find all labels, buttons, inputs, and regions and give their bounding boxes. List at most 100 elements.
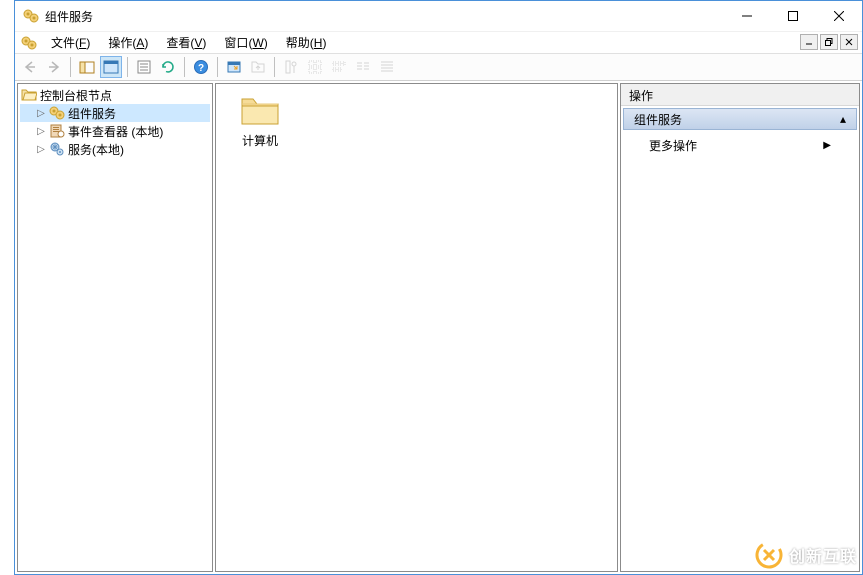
tree-node-label: 组件服务 [68, 105, 116, 122]
tree-node-label: 服务(本地) [68, 141, 124, 158]
menu-file-label: 文件 [51, 36, 75, 50]
details-icon [379, 59, 395, 75]
actions-pane-button[interactable] [100, 56, 122, 78]
console-tree-icon [79, 59, 95, 75]
actions-pane: 操作 组件服务 ▴ 更多操作 ▶ [620, 83, 860, 572]
toolbar-separator [217, 57, 218, 77]
folder-up-icon [250, 59, 266, 75]
refresh-icon [160, 59, 176, 75]
component-services-icon [23, 8, 39, 24]
actions-header: 操作 [621, 84, 859, 106]
mdi-close-icon [845, 38, 853, 46]
main-window: 组件服务 文件(F) 操作(A) 查看(V) 窗口(W) 帮助(H) [14, 0, 863, 575]
event-viewer-icon [49, 123, 65, 139]
menu-file[interactable]: 文件(F) [43, 32, 98, 53]
small-icons-icon [331, 59, 347, 75]
mdi-minimize-icon [805, 38, 813, 46]
minimize-icon [742, 11, 752, 21]
list-icon [355, 59, 371, 75]
forward-arrow-icon [46, 59, 62, 75]
msdtc-stats-button [280, 56, 302, 78]
toolbar-separator [70, 57, 71, 77]
expander-icon[interactable]: ▷ [34, 124, 48, 138]
show-hide-tree-button[interactable] [76, 56, 98, 78]
mdi-restore-icon [825, 38, 833, 46]
menu-action[interactable]: 操作(A) [100, 32, 156, 53]
properties-button[interactable] [133, 56, 155, 78]
window-icon [226, 59, 242, 75]
back-arrow-icon [22, 59, 38, 75]
tree-pane[interactable]: 控制台根节点 ▷ 组件服务 ▷ 事件查看器 (本地) ▷ 服务(本地) [17, 83, 213, 572]
tree-root-label: 控制台根节点 [40, 87, 112, 104]
menu-help-label: 帮助 [286, 36, 310, 50]
content-area: 控制台根节点 ▷ 组件服务 ▷ 事件查看器 (本地) ▷ 服务(本地) [15, 81, 862, 574]
actions-section-title[interactable]: 组件服务 ▴ [623, 108, 857, 130]
tree-node-event-viewer[interactable]: ▷ 事件查看器 (本地) [20, 122, 210, 140]
toolbar: ? [15, 53, 862, 81]
view-small-icons-button [328, 56, 350, 78]
svg-text:?: ? [198, 63, 204, 74]
tree-node-services[interactable]: ▷ 服务(本地) [20, 140, 210, 158]
content-item-computer[interactable]: 计算机 [222, 90, 298, 153]
submenu-arrow-icon: ▶ [823, 140, 831, 151]
titlebar-left: 组件服务 [23, 8, 93, 25]
menu-action-key: A [136, 36, 144, 50]
menu-window[interactable]: 窗口(W) [216, 32, 275, 53]
mdi-minimize-button[interactable] [800, 34, 818, 50]
menu-window-label: 窗口 [224, 36, 248, 50]
tree-node-component-services[interactable]: ▷ 组件服务 [20, 104, 210, 122]
expander-icon[interactable]: ▷ [34, 106, 48, 120]
folder-icon [240, 94, 280, 128]
window-controls [724, 1, 862, 31]
actions-pane-icon [103, 59, 119, 75]
view-list-button [352, 56, 374, 78]
component-services-icon [21, 35, 37, 51]
menu-view-label: 查看 [166, 36, 190, 50]
titlebar: 组件服务 [15, 1, 862, 31]
menu-action-label: 操作 [108, 36, 132, 50]
menu-view[interactable]: 查看(V) [158, 32, 214, 53]
maximize-icon [788, 11, 798, 21]
app-title: 组件服务 [45, 8, 93, 25]
content-pane[interactable]: 计算机 [215, 83, 618, 572]
mdi-controls [800, 34, 858, 50]
toolbar-separator [127, 57, 128, 77]
menu-view-key: V [194, 36, 202, 50]
mdi-close-button[interactable] [840, 34, 858, 50]
folder-open-icon [21, 87, 37, 103]
mdi-restore-button[interactable] [820, 34, 838, 50]
maximize-button[interactable] [770, 1, 816, 31]
view-details-button [376, 56, 398, 78]
properties-icon [136, 59, 152, 75]
menubar: 文件(F) 操作(A) 查看(V) 窗口(W) 帮助(H) [15, 31, 862, 53]
toolbar-separator [184, 57, 185, 77]
component-services-icon [49, 105, 65, 121]
back-button [19, 56, 41, 78]
tree-root-node[interactable]: 控制台根节点 [20, 86, 210, 104]
content-item-label: 计算机 [242, 132, 278, 149]
parent-window-edge [0, 0, 14, 575]
status-toggle-icon [283, 59, 299, 75]
close-icon [834, 11, 844, 21]
minimize-button[interactable] [724, 1, 770, 31]
menu-help[interactable]: 帮助(H) [278, 32, 335, 53]
refresh-button[interactable] [157, 56, 179, 78]
actions-link-label: 更多操作 [649, 137, 697, 154]
menu-help-key: H [314, 36, 323, 50]
tree-node-label: 事件查看器 (本地) [68, 123, 163, 140]
menu-window-key: W [252, 36, 263, 50]
expander-icon[interactable]: ▷ [34, 142, 48, 156]
actions-section-label: 组件服务 [634, 111, 682, 128]
services-icon [49, 141, 65, 157]
forward-button [43, 56, 65, 78]
large-icons-icon [307, 59, 323, 75]
menu-file-key: F [79, 36, 86, 50]
help-icon: ? [193, 59, 209, 75]
collapse-up-icon: ▴ [840, 112, 846, 126]
help-button[interactable]: ? [190, 56, 212, 78]
window-from-here-button[interactable] [223, 56, 245, 78]
close-button[interactable] [816, 1, 862, 31]
actions-link-more[interactable]: 更多操作 ▶ [621, 132, 859, 159]
up-one-level-button [247, 56, 269, 78]
view-large-icons-button [304, 56, 326, 78]
